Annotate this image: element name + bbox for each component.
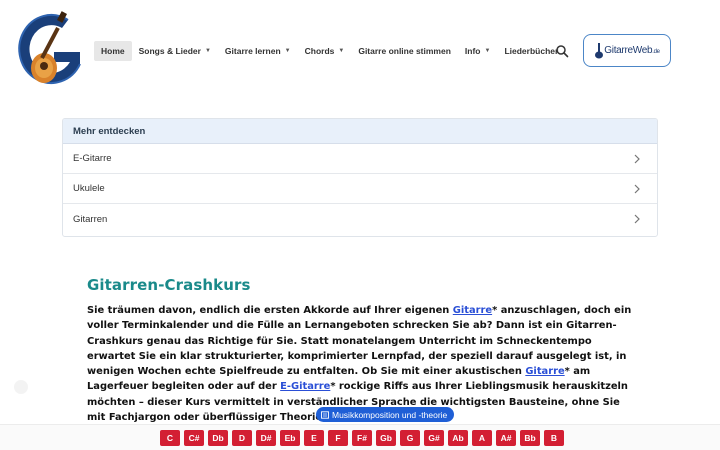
caret-down-icon: ▼ [284,48,291,54]
nav-label: Songs & Lieder [138,46,201,56]
guitar-icon [595,42,604,58]
nav-item-info[interactable]: Info ▼ [458,41,498,61]
note-button-f-sharp[interactable]: F# [352,430,372,446]
category-chip-label: Musikkomposition und -theorie [332,409,448,420]
note-button-a-flat[interactable]: Ab [448,430,468,446]
note-button-g-flat[interactable]: Gb [376,430,396,446]
note-button-c[interactable]: C [160,430,180,446]
nav-item-songs[interactable]: Songs & Lieder ▼ [132,41,218,61]
caret-down-icon: ▼ [338,48,345,54]
nav-item-gitarre-lernen[interactable]: Gitarre lernen ▼ [218,41,298,61]
main-navigation: Home Songs & Lieder ▼ Gitarre lernen ▼ Cho… [94,40,565,62]
note-button-d-sharp[interactable]: D# [256,430,276,446]
nav-item-home[interactable]: Home [94,41,132,61]
note-button-b-flat[interactable]: Bb [520,430,540,446]
caret-down-icon: ▼ [204,48,211,54]
discover-item-label: E-Gitarre [73,153,112,164]
note-button-f[interactable]: F [328,430,348,446]
site-header: Home Songs & Lieder ▼ Gitarre lernen ▼ Cho… [0,0,720,100]
overlay-placeholder-icon [14,380,28,394]
caret-down-icon: ▼ [484,48,491,54]
nav-label: Liederbücher [504,46,559,56]
gitarreweb-brand-link[interactable]: GitarreWeb.de [583,34,671,67]
note-button-a-sharp[interactable]: A# [496,430,516,446]
note-selector-bar: C C# Db D D# Eb E F F# Gb G G# Ab A A# B… [0,424,720,450]
note-button-d[interactable]: D [232,430,252,446]
category-chip[interactable]: Musikkomposition und -theorie [316,407,455,422]
note-button-g[interactable]: G [400,430,420,446]
note-button-d-flat[interactable]: Db [208,430,228,446]
gitarre-link[interactable]: Gitarre [453,305,492,316]
chevron-right-icon [634,184,640,193]
gitarre-link-2[interactable]: Gitarre [525,366,564,377]
discover-item-e-gitarre[interactable]: E-Gitarre [63,144,657,174]
note-button-e-flat[interactable]: Eb [280,430,300,446]
note-button-g-sharp[interactable]: G# [424,430,444,446]
discover-item-gitarren[interactable]: Gitarren [63,204,657,234]
nav-label: Home [101,46,125,56]
guitar-g-logo-icon[interactable] [10,6,86,94]
note-buttons: C C# Db D D# Eb E F F# Gb G G# Ab A A# B… [160,430,564,446]
chevron-right-icon [634,154,640,163]
e-gitarre-link[interactable]: E-Gitarre [280,381,330,392]
note-button-a[interactable]: A [472,430,492,446]
chevron-right-icon [634,214,640,224]
search-icon[interactable] [555,44,569,58]
nav-label: Info [464,46,481,56]
nav-label: Gitarre lernen [224,46,281,56]
nav-label: Chords [304,46,335,56]
discover-item-ukulele[interactable]: Ukulele [63,174,657,204]
discover-item-label: Ukulele [73,183,105,194]
discover-item-label: Gitarren [73,213,108,225]
book-icon [321,410,329,419]
note-button-e[interactable]: E [304,430,324,446]
brand-name: GitarreWeb.de [604,45,660,56]
nav-item-stimmen[interactable]: Gitarre online stimmen [351,41,458,61]
note-button-c-sharp[interactable]: C# [184,430,204,446]
article-title: Gitarren-Crashkurs [87,276,251,294]
note-button-b[interactable]: B [544,430,564,446]
discover-more-box: Mehr entdecken E-Gitarre Ukulele Gitarre… [62,118,658,237]
article-section: Gitarren-Crashkurs Sie träumen davon, en… [87,276,637,425]
nav-item-chords[interactable]: Chords ▼ [298,41,352,61]
discover-title: Mehr entdecken [63,119,657,144]
nav-label: Gitarre online stimmen [358,46,451,56]
